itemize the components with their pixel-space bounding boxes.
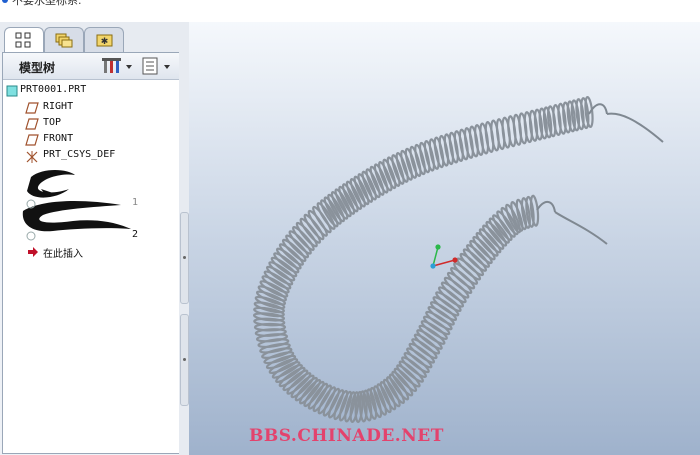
message-text: 不要水型标系.	[12, 0, 82, 7]
tree-item-feature-2[interactable]: 2	[3, 228, 173, 244]
chevron-down-icon	[164, 65, 170, 69]
tab-favorites[interactable]: ✱	[84, 27, 124, 52]
tree-item-label: PRT_CSYS_DEF	[43, 149, 116, 160]
tree-item-csys[interactable]: PRT_CSYS_DEF	[3, 148, 173, 164]
favorites-icon: ✱	[96, 34, 113, 47]
settings-tool-button[interactable]	[101, 57, 135, 75]
chevron-down-icon	[126, 65, 132, 69]
tree-item-label: 在此插入	[43, 249, 83, 260]
feature-icon	[26, 199, 36, 209]
tree-item-label: PRT0001.PRT	[20, 84, 87, 95]
model-tree-panel: 模型树 PRT0001.PRT RIGHT TOP FRONT PRT_CSYS…	[2, 52, 180, 454]
splitter-grip-bottom[interactable]	[180, 314, 189, 406]
part-icon	[6, 85, 18, 97]
insert-here-icon	[28, 247, 38, 257]
model-tree-title: 模型树	[19, 61, 56, 75]
splitter-grip-top[interactable]	[180, 212, 189, 304]
list-icon	[142, 57, 158, 75]
tree-item-label: FRONT	[43, 133, 74, 144]
datum-plane-icon	[25, 118, 39, 130]
feature-icon	[26, 231, 36, 241]
spring-tail-top	[606, 112, 664, 143]
tab-model-tree[interactable]	[4, 27, 44, 52]
grip-dot-icon	[183, 256, 186, 259]
tree-item-label: TOP	[43, 117, 62, 128]
graphics-viewport[interactable]: BBS.CHINADE.NET	[189, 22, 700, 455]
panel-splitter[interactable]	[179, 22, 189, 455]
spring-tail-bottom-wire	[554, 211, 608, 245]
tree-item-top[interactable]: TOP	[3, 116, 173, 132]
navigator-tabs: ✱	[0, 22, 185, 52]
tree-item-feature-1[interactable]: 1	[3, 196, 173, 212]
watermark-text: BBS.CHINADE.NET	[249, 426, 444, 446]
message-bar: 不要水型标系.	[0, 0, 700, 23]
svg-text:✱: ✱	[101, 37, 109, 47]
spring-coils	[252, 95, 594, 424]
spring-open-loop-bottom	[536, 201, 556, 213]
model-tree-header: 模型树	[3, 53, 179, 80]
spring-model[interactable]	[189, 22, 700, 455]
tree-item-label: 2	[132, 229, 139, 240]
folder-browser-icon	[55, 33, 73, 48]
model-tree-icon	[15, 32, 31, 48]
tree-item-insert-here[interactable]: 在此插入	[3, 244, 173, 260]
datum-plane-icon	[25, 134, 39, 146]
show-menu-button[interactable]	[141, 57, 175, 75]
tree-item-label: 1	[132, 197, 139, 208]
tree-item-part[interactable]: PRT0001.PRT	[3, 83, 173, 99]
datum-plane-icon	[25, 102, 39, 114]
spring-coil	[484, 121, 495, 153]
grip-dot-icon	[183, 358, 186, 361]
tools-icon	[102, 58, 121, 73]
tree-item-right[interactable]: RIGHT	[3, 100, 173, 116]
tree-item-front[interactable]: FRONT	[3, 132, 173, 148]
spring-coil	[479, 122, 490, 155]
tab-folder-browser[interactable]	[44, 27, 84, 52]
info-bullet-icon	[2, 0, 8, 3]
coordinate-system-icon	[26, 151, 38, 163]
tree-item-label: RIGHT	[43, 101, 74, 112]
